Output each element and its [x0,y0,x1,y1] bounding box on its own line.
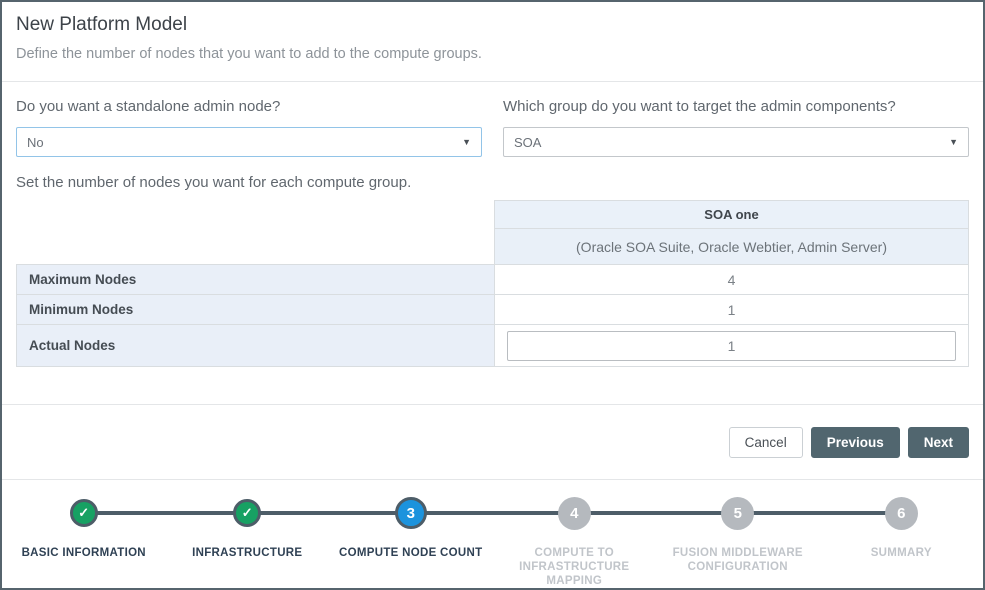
admin-node-question-label: Do you want a standalone admin node? [16,96,482,118]
step-compute-to-infrastructure-mapping: 4 Compute to Infrastructure Mapping [493,480,657,588]
step-number: 3 [407,505,415,522]
maximum-nodes-label: Maximum Nodes [17,265,495,295]
step-label: Basic Information [22,546,146,560]
target-group-select[interactable]: SOA ▼ [503,127,969,157]
table-row: Actual Nodes [17,325,969,367]
step-summary: 6 Summary [820,480,984,588]
wizard-train: ✓ Basic Information ✓ Infrastructure 3 [2,479,983,588]
chevron-down-icon: ▼ [949,137,958,147]
empty-cell [17,201,495,229]
step-future-indicator[interactable]: 5 [721,497,754,530]
step-compute-node-count: 3 Compute Node Count [329,480,493,588]
actual-nodes-input[interactable] [507,331,956,361]
step-label: Compute Node Count [339,546,482,560]
next-button[interactable]: Next [908,427,969,458]
step-completed-indicator[interactable]: ✓ [70,499,98,527]
cancel-button[interactable]: Cancel [729,427,803,458]
table-row: (Oracle SOA Suite, Oracle Webtier, Admin… [17,229,969,265]
empty-cell [17,229,495,265]
table-row: Minimum Nodes 1 [17,295,969,325]
table-row: SOA one [17,201,969,229]
actual-nodes-label: Actual Nodes [17,325,495,367]
step-label: Fusion Middleware Configuration [663,546,813,574]
table-instruction-label: Set the number of nodes you want for eac… [16,174,969,191]
page-title: New Platform Model [16,11,969,39]
button-bar: Cancel Previous Next [2,405,983,479]
step-number: 4 [570,505,578,522]
step-completed-indicator[interactable]: ✓ [233,499,261,527]
step-infrastructure: ✓ Infrastructure [166,480,330,588]
step-active-indicator[interactable]: 3 [395,497,427,529]
table-row: Maximum Nodes 4 [17,265,969,295]
step-basic-information: ✓ Basic Information [2,480,166,588]
admin-node-selected-value: No [27,135,462,150]
main-content: Do you want a standalone admin node? No … [2,82,983,405]
chevron-down-icon: ▼ [462,137,471,147]
compute-nodes-table: SOA one (Oracle SOA Suite, Oracle Webtie… [16,200,969,367]
check-icon: ✓ [242,505,253,521]
step-number: 5 [734,505,742,522]
group-name-header: SOA one [495,201,969,229]
page-subtitle: Define the number of nodes that you want… [16,46,969,62]
step-future-indicator[interactable]: 4 [558,497,591,530]
admin-node-select[interactable]: No ▼ [16,127,482,157]
step-future-indicator[interactable]: 6 [885,497,918,530]
step-fusion-middleware-configuration: 5 Fusion Middleware Configuration [656,480,820,588]
target-group-question-label: Which group do you want to target the ad… [503,96,969,118]
maximum-nodes-value: 4 [495,265,969,295]
step-number: 6 [897,505,905,522]
step-label: Infrastructure [192,546,302,560]
minimum-nodes-value: 1 [495,295,969,325]
minimum-nodes-label: Minimum Nodes [17,295,495,325]
previous-button[interactable]: Previous [811,427,900,458]
dialog-header: New Platform Model Define the number of … [2,2,983,82]
target-group-selected-value: SOA [514,135,949,150]
check-icon: ✓ [78,505,89,521]
group-components-header: (Oracle SOA Suite, Oracle Webtier, Admin… [495,229,969,265]
step-label: Summary [871,546,932,560]
step-label: Compute to Infrastructure Mapping [499,546,649,588]
new-platform-model-dialog: New Platform Model Define the number of … [0,0,985,590]
